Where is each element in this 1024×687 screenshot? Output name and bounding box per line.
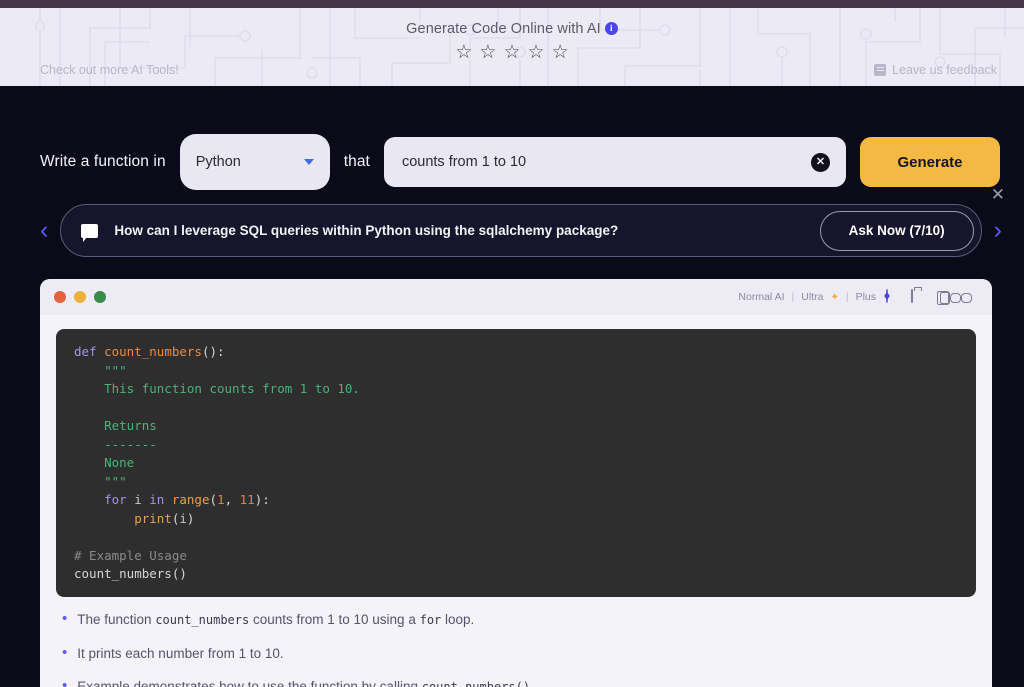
- bullet-dot: •: [62, 677, 68, 687]
- generate-button[interactable]: Generate: [860, 137, 1000, 187]
- star-2[interactable]: ☆: [479, 43, 496, 62]
- star-3[interactable]: ☆: [503, 43, 520, 62]
- more-ai-tools-link[interactable]: Check out more AI Tools!: [40, 63, 179, 77]
- sparkle-icon: ✦: [830, 291, 839, 303]
- editor-titlebar: Normal AI | Ultra ✦ | Plus: [40, 279, 992, 315]
- mode-normal-ai[interactable]: Normal AI: [738, 291, 784, 303]
- prompt-label: Write a function in: [40, 153, 166, 170]
- editor-toolbar: Normal AI | Ultra ✦ | Plus: [738, 288, 976, 305]
- language-select[interactable]: Python: [179, 134, 330, 190]
- info-icon[interactable]: i: [604, 22, 618, 35]
- window-traffic-lights: [54, 291, 106, 303]
- top-accent-strip: [0, 0, 1024, 8]
- task-input-wrapper[interactable]: ✕: [383, 137, 846, 187]
- main-content: Write a function in Python that ✕ Genera…: [0, 86, 1024, 687]
- copy-icon[interactable]: [936, 290, 951, 305]
- toolbar-separator-2: |: [845, 291, 849, 303]
- clipboard-icon[interactable]: [911, 288, 926, 305]
- star-rating[interactable]: ☆ ☆ ☆ ☆ ☆: [0, 43, 1024, 62]
- mode-ultra[interactable]: Ultra: [801, 291, 823, 303]
- link-icon[interactable]: [961, 290, 976, 305]
- banner-center-block: Generate Code Online with AI i ☆ ☆ ☆ ☆ ☆: [0, 20, 1024, 62]
- bullet-dot: •: [62, 610, 68, 627]
- clear-input-icon[interactable]: ✕: [811, 152, 830, 172]
- close-window-dot[interactable]: [54, 291, 66, 303]
- leave-feedback-label: Leave us feedback: [892, 63, 997, 77]
- star-5[interactable]: ☆: [552, 43, 569, 62]
- explanation-bullet: • It prints each number from 1 to 10.: [62, 645, 974, 662]
- explanation-bullet: • The function count_numbers counts from …: [62, 611, 974, 629]
- feedback-icon: [874, 64, 887, 76]
- chevron-down-icon: [303, 159, 314, 165]
- prompt-connector-label: that: [343, 153, 370, 170]
- promo-rating-banner: Generate Code Online with AI i ☆ ☆ ☆ ☆ ☆ …: [0, 8, 1024, 86]
- leave-feedback-link[interactable]: Leave us feedback: [874, 63, 997, 77]
- carousel-next-icon[interactable]: ›: [994, 218, 1002, 243]
- explanation-list: • The function count_numbers counts from …: [40, 597, 992, 687]
- bullet-dot: •: [62, 644, 68, 661]
- language-select-value: Python: [195, 154, 241, 170]
- task-input[interactable]: [401, 154, 811, 170]
- code-area: def count_numbers(): """ This function c…: [40, 315, 992, 597]
- code-block[interactable]: def count_numbers(): """ This function c…: [56, 329, 976, 597]
- banner-title: Generate Code Online with AI: [406, 21, 601, 37]
- bullet-text: Example demonstrates how to use the func…: [77, 679, 534, 687]
- close-icon[interactable]: ✕: [991, 186, 1005, 203]
- mode-plus[interactable]: Plus: [856, 291, 876, 303]
- star-1[interactable]: ☆: [455, 43, 472, 62]
- star-4[interactable]: ☆: [528, 43, 545, 62]
- question-text: How can I leverage SQL queries within Py…: [114, 223, 619, 238]
- question-content: How can I leverage SQL queries within Py…: [81, 223, 619, 242]
- eye-icon[interactable]: [886, 288, 901, 305]
- carousel-prev-icon[interactable]: ‹: [40, 218, 48, 243]
- minimize-window-dot[interactable]: [74, 291, 86, 303]
- explanation-bullet: • Example demonstrates how to use the fun…: [62, 678, 974, 687]
- bullet-text: It prints each number from 1 to 10.: [77, 646, 284, 661]
- suggested-question-carousel: ‹ How can I leverage SQL queries within …: [0, 186, 1024, 257]
- maximize-window-dot[interactable]: [94, 291, 106, 303]
- chat-bubble-icon: [81, 223, 99, 242]
- suggested-question-pill[interactable]: How can I leverage SQL queries within Py…: [60, 204, 982, 257]
- bullet-text: The function count_numbers counts from 1…: [77, 612, 475, 627]
- toolbar-separator-1: |: [791, 291, 795, 303]
- ask-now-button[interactable]: Ask Now (7/10): [819, 210, 974, 251]
- code-text: def count_numbers(): """ This function c…: [74, 344, 360, 581]
- code-result-card: Normal AI | Ultra ✦ | Plus def count_num…: [40, 279, 992, 687]
- prompt-builder-row: Write a function in Python that ✕ Genera…: [0, 86, 1024, 190]
